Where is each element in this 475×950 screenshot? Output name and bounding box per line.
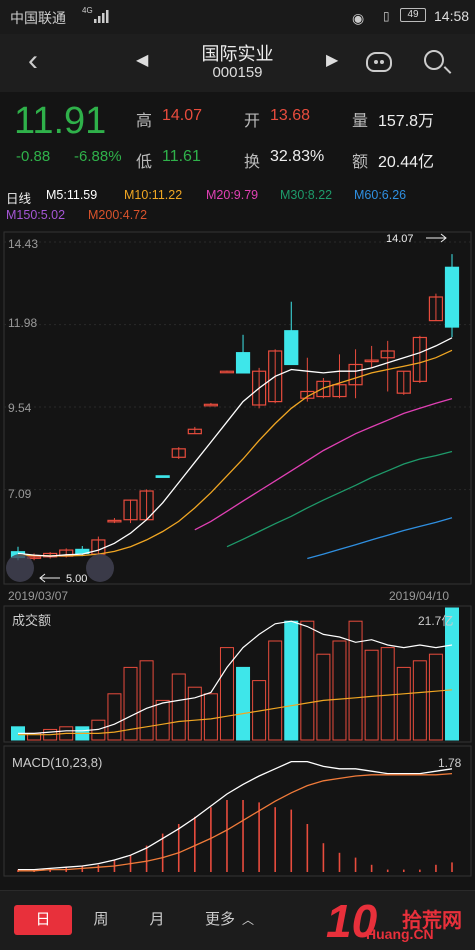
- ma30-line: [226, 450, 453, 548]
- volume-chart-title: 成交额: [12, 613, 51, 628]
- ma5-label: M5:11.59: [46, 188, 98, 202]
- volume-max-label: 21.7亿: [418, 613, 453, 628]
- tab-more[interactable]: 更多: [196, 905, 244, 935]
- volume-bar: [236, 666, 251, 741]
- price-change: -0.88: [16, 148, 51, 165]
- amount-value: 20.44亿: [378, 154, 435, 171]
- volume-bar: [364, 649, 379, 741]
- chart-area[interactable]: 14.43 11.98 9.54 7.09 2019/03/07 2019/04…: [0, 228, 475, 888]
- volume-bar: [155, 699, 170, 741]
- price-change-percent: -6.88%: [74, 148, 122, 165]
- volume-label: 量: [352, 113, 369, 130]
- macd-value-label: 1.78: [438, 756, 462, 770]
- turnover-label: 换: [244, 154, 261, 171]
- min-arrow-icon: [39, 573, 60, 583]
- volume-bar: [380, 647, 395, 741]
- volume-bar: [268, 640, 283, 741]
- candle-body: [155, 475, 170, 478]
- tab-day[interactable]: 日: [14, 905, 72, 935]
- volume-value: 157.8万: [378, 113, 435, 130]
- y-tick-label: 7.09: [8, 487, 32, 501]
- ma30-label: M30:8.22: [280, 188, 333, 202]
- y-tick-label: 14.43: [8, 237, 38, 251]
- volume-bar: [412, 660, 427, 741]
- low-value: 11.61: [162, 148, 201, 165]
- signal-icon: [94, 10, 109, 23]
- high-label: 高: [136, 113, 153, 130]
- status-bar: 中国联通 4G ◉ ▯ 49 14:58: [0, 0, 475, 34]
- amount-label: 额: [352, 154, 369, 171]
- ma5-line: [17, 337, 453, 557]
- candle-body: [203, 403, 218, 407]
- watermark-logo: 10 拾荒网 Huang.CN: [326, 896, 475, 950]
- x-start-label: 2019/03/07: [8, 589, 68, 603]
- macd-chart-title: MACD(10,23,8): [12, 755, 102, 770]
- ma20-label: M20:9.79: [206, 188, 259, 202]
- y-tick-label: 11.98: [8, 316, 37, 330]
- ma10-label: M10:11.22: [124, 188, 183, 202]
- volume-bar: [428, 653, 443, 741]
- network-type: 4G: [82, 6, 93, 15]
- macd-dif-line: [18, 760, 453, 871]
- eye-icon: ◉: [352, 10, 365, 26]
- ma150-label: M150:5.02: [6, 208, 66, 222]
- candle-body: [235, 352, 251, 374]
- stock-header: ‹ ◀ 国际实业 000159 ▶: [0, 34, 475, 92]
- volume-bar: [396, 666, 411, 741]
- volume-bar: [332, 640, 347, 741]
- max-price-marker: 14.07: [386, 233, 414, 245]
- ma60-label: M60:6.26: [354, 188, 407, 202]
- ma20-line: [194, 397, 453, 531]
- low-label: 低: [136, 154, 153, 171]
- high-value: 14.07: [162, 107, 203, 124]
- volume-bar: [316, 653, 331, 741]
- robot-assistant-icon[interactable]: [366, 52, 392, 72]
- tab-month[interactable]: 月: [128, 905, 186, 935]
- tab-week[interactable]: 周: [72, 905, 130, 935]
- volume-bar: [284, 620, 299, 741]
- last-price: 11.91: [14, 100, 107, 142]
- volume-bar: [171, 673, 186, 741]
- candle-body: [444, 266, 460, 328]
- volume-bar: [187, 686, 202, 741]
- turnover-value: 32.83%: [270, 148, 325, 165]
- volume-bar: [203, 693, 218, 741]
- volume-ma-line: [18, 620, 453, 734]
- quote-panel: 11.91 -0.88 -6.88% 高 14.07 低 11.61 开 13.…: [0, 92, 475, 178]
- chevron-up-icon[interactable]: ︿: [242, 911, 254, 928]
- volume-bar: [300, 620, 315, 741]
- notification-icon: ▯: [383, 9, 390, 23]
- ma200-label: M200:4.72: [88, 208, 148, 222]
- battery-icon: 49: [400, 8, 426, 22]
- next-stock-icon[interactable]: ▶: [326, 50, 338, 70]
- ma10-line: [17, 349, 453, 557]
- stock-name: 国际实业: [201, 44, 274, 64]
- period-label[interactable]: 日线: [6, 188, 31, 207]
- open-label: 开: [244, 113, 261, 130]
- shrink-chart-icon[interactable]: [6, 554, 34, 582]
- stock-code: 000159: [212, 64, 263, 81]
- carrier-name: 中国联通: [10, 10, 66, 26]
- macd-dea-line: [18, 772, 453, 872]
- volume-bar: [348, 620, 363, 741]
- min-price-marker: 5.00: [66, 573, 87, 585]
- volume-bar: [107, 693, 122, 741]
- logo-domain: Huang.CN: [366, 926, 434, 942]
- expand-chart-icon[interactable]: [86, 554, 114, 582]
- candle-body: [284, 330, 299, 366]
- open-value: 13.68: [270, 107, 311, 124]
- clock: 14:58: [434, 8, 470, 24]
- ma-legend: 日线 M5:11.59 M10:11.22 M20:9.79 M30:8.22 …: [0, 184, 475, 228]
- y-tick-label: 9.54: [8, 401, 32, 415]
- candle-body: [219, 370, 235, 374]
- x-end-label: 2019/04/10: [389, 589, 449, 603]
- ma60-line: [307, 517, 453, 560]
- search-icon[interactable]: [424, 50, 444, 70]
- max-arrow-icon: [426, 233, 447, 243]
